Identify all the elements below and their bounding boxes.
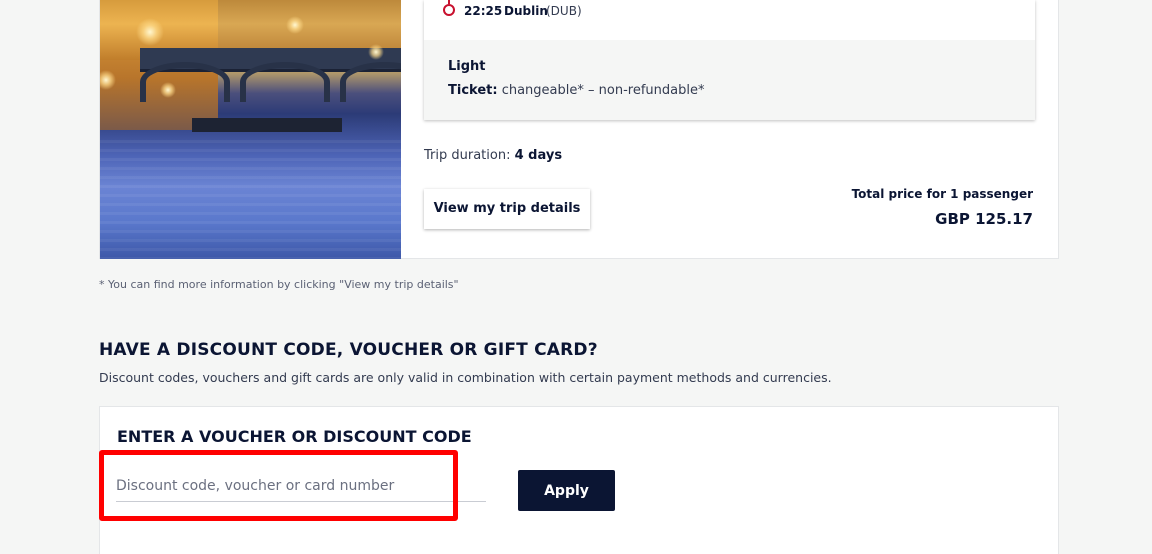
itinerary-box: 22:25 Dublin (DUB) Light Ticket: changea… <box>424 0 1035 120</box>
trip-summary-card: 22:25 Dublin (DUB) Light Ticket: changea… <box>99 0 1059 259</box>
arrival-code: (DUB) <box>546 4 582 18</box>
total-price-label: Total price for 1 passenger <box>851 187 1033 201</box>
ticket-terms: Ticket: changeable* – non-refundable* <box>448 83 704 98</box>
footnote: * You can find more information by click… <box>99 278 459 291</box>
total-price: GBP 125.17 <box>935 210 1033 228</box>
destination-photo <box>100 0 401 259</box>
ticket-label: Ticket: <box>448 83 498 98</box>
arrival-row: 22:25 Dublin (DUB) <box>424 0 1035 40</box>
arrival-city: Dublin <box>504 4 548 18</box>
fare-name: Light <box>448 59 486 74</box>
voucher-card: ENTER A VOUCHER OR DISCOUNT CODE Apply <box>99 406 1059 554</box>
arrival-time: 22:25 <box>464 4 503 18</box>
voucher-code-input[interactable] <box>116 470 486 502</box>
discount-description: Discount codes, vouchers and gift cards … <box>99 370 832 385</box>
fare-info: Light Ticket: changeable* – non-refundab… <box>424 40 1035 120</box>
trip-duration-value: 4 days <box>514 148 563 163</box>
arrival-marker-icon <box>443 4 455 16</box>
ticket-terms-value: changeable* – non-refundable* <box>501 83 705 98</box>
view-trip-details-button[interactable]: View my trip details <box>424 189 590 229</box>
discount-heading: HAVE A DISCOUNT CODE, VOUCHER OR GIFT CA… <box>99 340 598 360</box>
trip-duration-label: Trip duration: <box>424 148 511 163</box>
trip-duration: Trip duration: 4 days <box>424 148 562 163</box>
voucher-card-title: ENTER A VOUCHER OR DISCOUNT CODE <box>117 427 472 446</box>
apply-button[interactable]: Apply <box>518 470 615 511</box>
